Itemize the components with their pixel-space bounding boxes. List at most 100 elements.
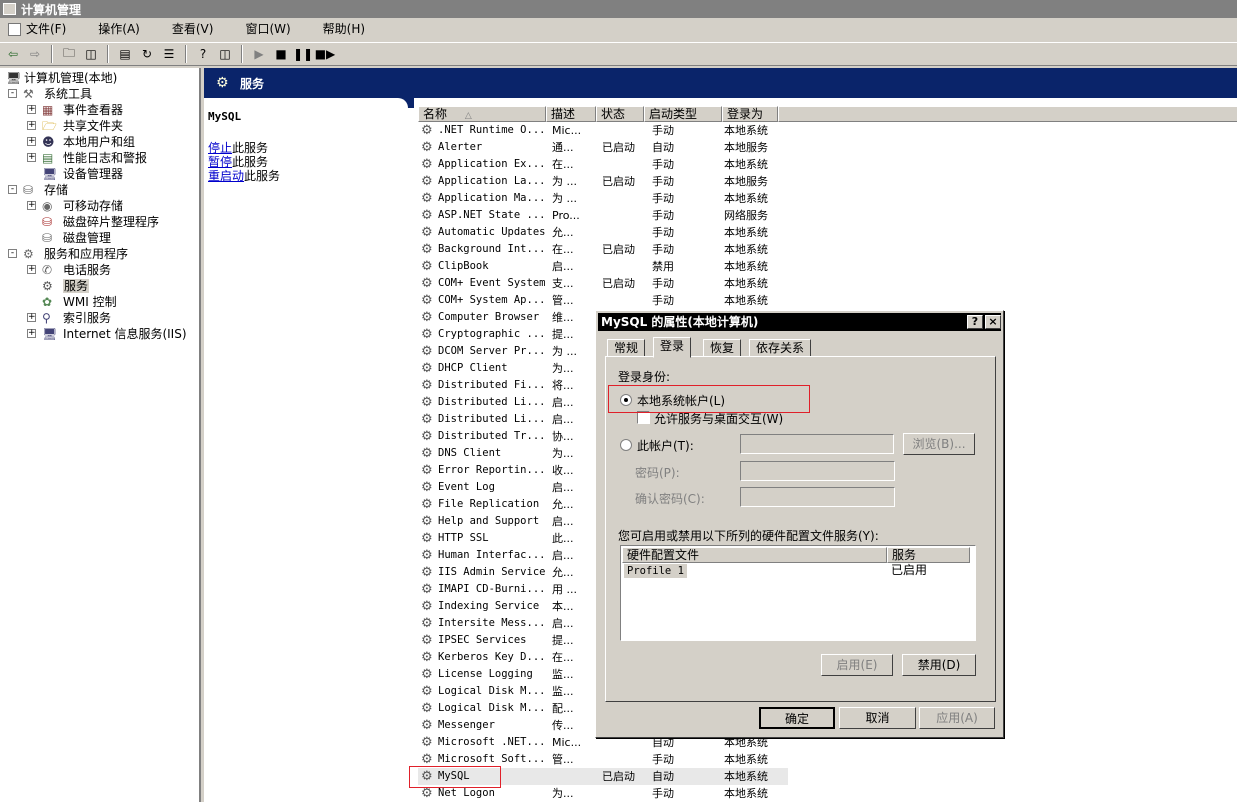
tree-item-device-manager[interactable]: 🖥 设备管理器	[27, 166, 123, 182]
stop-service-link[interactable]: 停止	[208, 141, 232, 155]
collapse-icon[interactable]: -	[8, 249, 17, 258]
restart-service-link[interactable]: 重启动	[208, 169, 244, 183]
expand-icon[interactable]: +	[27, 313, 36, 322]
service-row[interactable]: ⚙ Application Ma... 为 ... 手动 本地系统	[418, 190, 788, 207]
refresh-icon[interactable]: ↻	[138, 45, 156, 63]
pause-service-icon[interactable]: ❚❚	[293, 45, 313, 63]
help-icon[interactable]: ?	[194, 45, 212, 63]
column-header-startup-type[interactable]: 启动类型	[644, 106, 722, 122]
service-name: COM+ System Ap...	[438, 294, 546, 306]
this-account-radio[interactable]	[620, 439, 632, 451]
password-field[interactable]	[740, 461, 895, 481]
dialog-help-button[interactable]: ?	[967, 315, 983, 329]
tree-item-services-and-apps[interactable]: - ⚙ 服务和应用程序	[8, 246, 128, 262]
service-gear-icon: ⚙	[421, 667, 433, 682]
tab-dependencies[interactable]: 依存关系	[749, 339, 812, 357]
column-header-name[interactable]: 名称 △	[418, 106, 546, 122]
tree-item-defragmenter[interactable]: ⛁ 磁盘碎片整理程序	[27, 214, 159, 230]
tree-item-removable-storage[interactable]: + ◉ 可移动存储	[27, 198, 123, 214]
service-description: 收...	[552, 464, 574, 477]
menu-window[interactable]: 窗口(W)	[223, 19, 300, 40]
tree-item-disk-management[interactable]: ⛁ 磁盘管理	[27, 230, 111, 246]
expand-icon[interactable]: +	[27, 105, 36, 114]
collapse-icon[interactable]: -	[8, 185, 17, 194]
expand-icon[interactable]: +	[27, 329, 36, 338]
account-name-field[interactable]	[740, 434, 894, 454]
service-row[interactable]: ⚙ Application Ex... 在... 手动 本地系统	[418, 156, 788, 173]
tree-item-wmi-control[interactable]: ✿ WMI 控制	[27, 294, 117, 310]
collapse-icon[interactable]: -	[8, 89, 17, 98]
hardware-profile-list[interactable]: 硬件配置文件 服务 Profile 1 已启用	[620, 545, 976, 641]
confirm-password-field[interactable]	[740, 487, 895, 507]
service-row[interactable]: ⚙ COM+ System Ap... 管... 手动 本地系统	[418, 292, 788, 309]
tree-item-event-viewer[interactable]: + ▦ 事件查看器	[27, 102, 123, 118]
menu-action[interactable]: 操作(A)	[76, 19, 150, 40]
service-row[interactable]: ⚙ ASP.NET State ... Pro... 手动 网络服务	[418, 207, 788, 224]
back-arrow-icon[interactable]: ⇦	[4, 45, 22, 63]
expand-icon[interactable]: +	[27, 153, 36, 162]
service-row[interactable]: ⚙ Background Int... 在... 已启动 手动 本地系统	[418, 241, 788, 258]
menu-file[interactable]: 文件(F)	[4, 19, 76, 40]
menu-view[interactable]: 查看(V)	[150, 19, 224, 40]
this-account-label[interactable]: 此帐户(T):	[637, 437, 694, 454]
export-list-icon[interactable]: ☰	[160, 45, 178, 63]
service-log-on-as: 本地系统	[724, 753, 768, 766]
expand-icon[interactable]: +	[27, 137, 36, 146]
stop-service-icon[interactable]: ■	[272, 45, 290, 63]
tree-item-storage[interactable]: - ⛁ 存储	[8, 182, 68, 198]
restart-service-icon[interactable]: ■▶	[315, 45, 336, 63]
up-folder-icon[interactable]: 🗀	[60, 45, 78, 63]
action-pane-icon[interactable]: ◫	[216, 45, 234, 63]
tree-item-services[interactable]: ⚙ 服务	[27, 278, 90, 294]
tree-item-iis[interactable]: + 🖥 Internet 信息服务(IIS)	[27, 326, 187, 342]
service-name: DHCP Client	[438, 362, 508, 374]
service-name: Help and Support	[438, 515, 540, 527]
service-row[interactable]: ⚙ Alerter 通... 已启动 自动 本地服务	[418, 139, 788, 156]
computer-management-icon	[3, 3, 16, 15]
service-row[interactable]: ⚙ COM+ Event System 支... 已启动 手动 本地系统	[418, 275, 788, 292]
service-name: Messenger	[438, 719, 495, 731]
service-row[interactable]: ⚙ .NET Runtime O... Mic... 手动 本地系统	[418, 122, 788, 139]
forward-arrow-icon[interactable]: ⇨	[26, 45, 44, 63]
show-hide-tree-icon[interactable]: ◫	[82, 45, 100, 63]
service-description: 通...	[552, 141, 574, 154]
service-row[interactable]: ⚙ Application La... 为 ... 已启动 手动 本地服务	[418, 173, 788, 190]
menu-help[interactable]: 帮助(H)	[301, 19, 375, 40]
tab-log-on[interactable]: 登录	[653, 337, 692, 358]
tree-item-performance-logs[interactable]: + ▤ 性能日志和警报	[27, 150, 147, 166]
tree-item-local-users[interactable]: + ☻ 本地用户和组	[27, 134, 135, 150]
tree-item-telephony[interactable]: + ✆ 电话服务	[27, 262, 111, 278]
column-header-service[interactable]: 服务	[887, 547, 970, 563]
iis-icon: 🖥	[42, 327, 58, 341]
pause-service-link[interactable]: 暂停	[208, 155, 232, 169]
tree-item-computer-management[interactable]: 🖥 计算机管理(本地)	[6, 70, 117, 86]
column-header-description[interactable]: 描述	[546, 106, 596, 122]
tree-item-shared-folders[interactable]: + 🗁 共享文件夹	[27, 118, 123, 134]
service-startup-type: 手动	[652, 192, 674, 205]
ok-button[interactable]: 确定	[759, 707, 835, 729]
column-header-status[interactable]: 状态	[596, 106, 644, 122]
browse-button[interactable]: 浏览(B)...	[903, 433, 975, 455]
column-header-log-on-as[interactable]: 登录为	[722, 106, 778, 122]
tree-item-indexing-service[interactable]: + ⚲ 索引服务	[27, 310, 111, 326]
disable-button[interactable]: 禁用(D)	[902, 654, 976, 676]
expand-icon[interactable]: +	[27, 201, 36, 210]
details-pane-title: 服务	[240, 76, 265, 91]
expand-icon[interactable]: +	[27, 265, 36, 274]
toolbar-separator	[241, 45, 243, 63]
service-gear-icon: ⚙	[421, 140, 433, 155]
service-row[interactable]: ⚙ ClipBook 启... 禁用 本地系统	[418, 258, 788, 275]
start-service-icon[interactable]: ▶	[250, 45, 268, 63]
enable-button[interactable]: 启用(E)	[821, 654, 893, 676]
tab-recovery[interactable]: 恢复	[703, 339, 742, 357]
cancel-button[interactable]: 取消	[839, 707, 916, 729]
expand-icon[interactable]: +	[27, 121, 36, 130]
properties-icon[interactable]: ▤	[116, 45, 134, 63]
tab-general[interactable]: 常规	[607, 339, 646, 357]
service-row[interactable]: ⚙ Automatic Updates 允... 手动 本地系统	[418, 224, 788, 241]
hardware-profile-row-name[interactable]: Profile 1	[624, 564, 687, 578]
tree-item-system-tools[interactable]: - ⚒ 系统工具	[8, 86, 92, 102]
column-header-hardware-profile[interactable]: 硬件配置文件	[622, 547, 887, 563]
dialog-close-button[interactable]: ×	[985, 315, 1001, 329]
apply-button[interactable]: 应用(A)	[919, 707, 995, 729]
